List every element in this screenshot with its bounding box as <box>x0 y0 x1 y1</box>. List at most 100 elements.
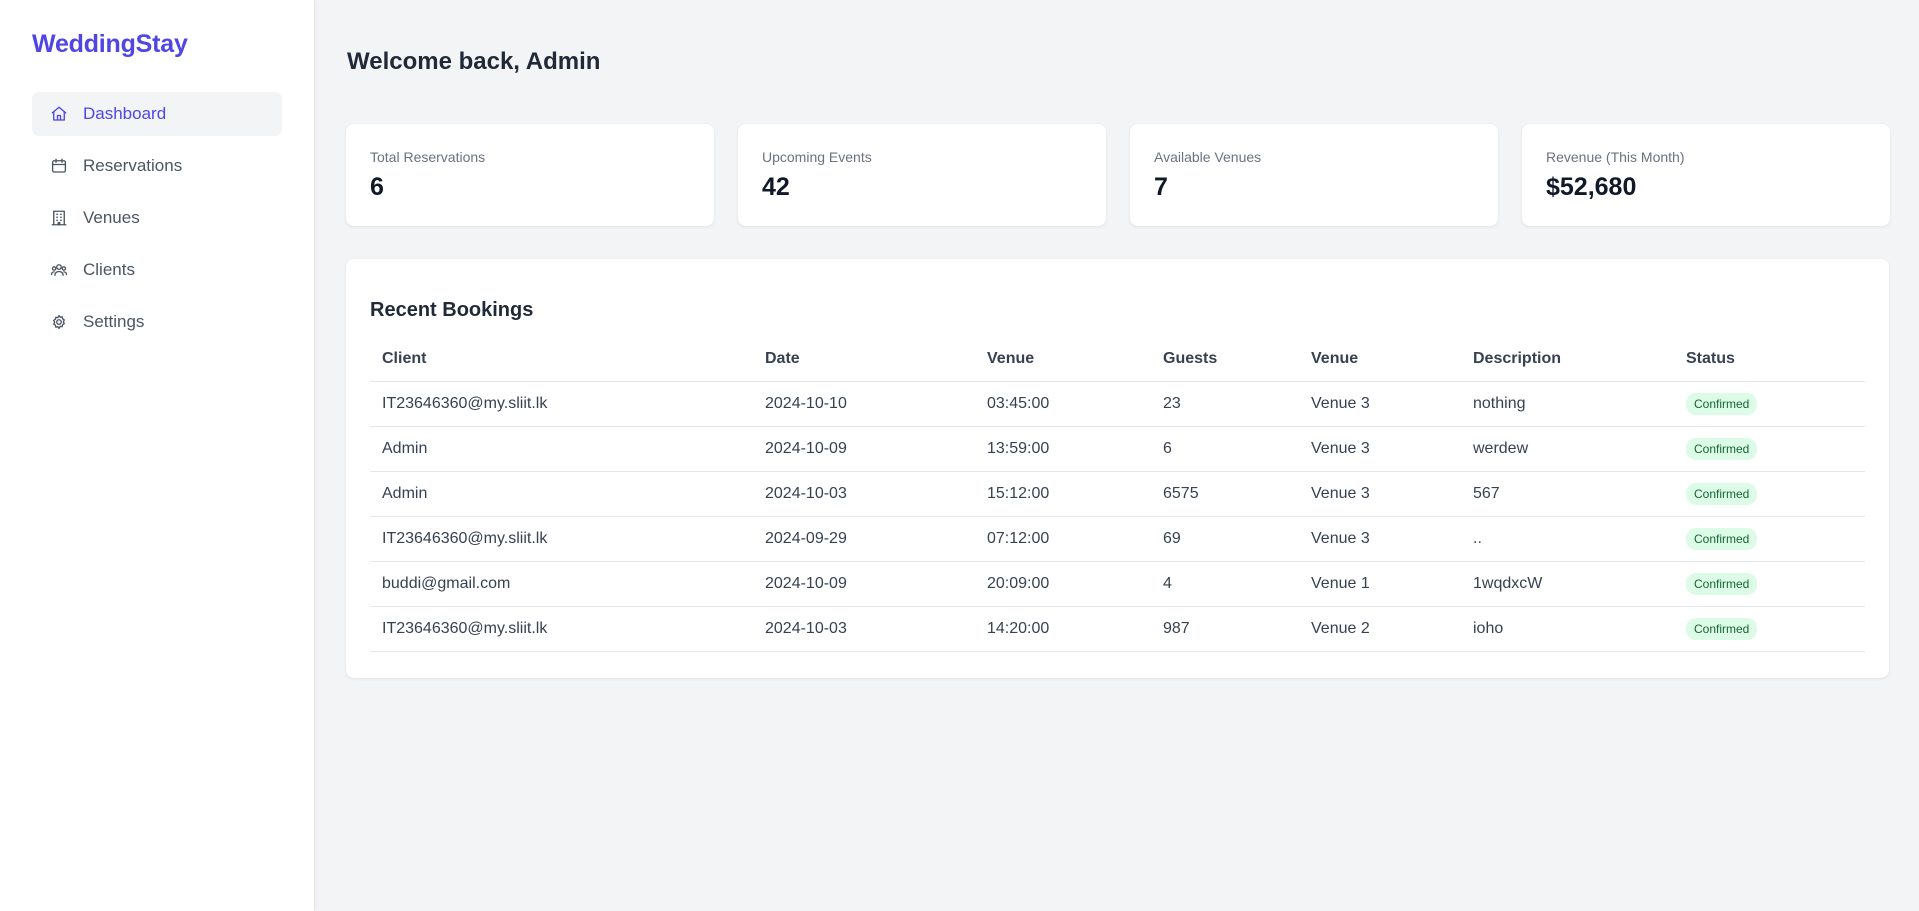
status-badge: Confirmed <box>1686 618 1758 640</box>
sidebar-item-dashboard[interactable]: Dashboard <box>32 92 282 136</box>
stat-value: 6 <box>370 173 384 201</box>
cell-date: 2024-09-29 <box>753 516 975 562</box>
page-title: Welcome back, Admin <box>347 48 601 75</box>
table-body: IT23646360@my.sliit.lk 2024-10-10 03:45:… <box>370 381 1865 652</box>
cell-client: IT23646360@my.sliit.lk <box>370 606 753 652</box>
cell-client: Admin <box>370 426 753 472</box>
cell-venue: Venue 2 <box>1299 606 1461 652</box>
sidebar-item-reservations[interactable]: Reservations <box>32 144 282 188</box>
cell-venue: Venue 3 <box>1299 516 1461 562</box>
table-header: Client Date Venue Guests Venue Descripti… <box>370 336 1865 382</box>
cell-guests: 23 <box>1151 381 1299 427</box>
sidebar-item-label: Clients <box>83 260 135 279</box>
cell-status: Confirmed <box>1674 516 1865 562</box>
table-row[interactable]: IT23646360@my.sliit.lk 2024-10-10 03:45:… <box>370 381 1865 427</box>
cell-date: 2024-10-09 <box>753 426 975 472</box>
building-icon <box>49 208 69 228</box>
cell-guests: 987 <box>1151 606 1299 652</box>
table-row[interactable]: IT23646360@my.sliit.lk 2024-10-03 14:20:… <box>370 606 1865 652</box>
column-header-status[interactable]: Status <box>1674 336 1865 382</box>
cell-guests: 4 <box>1151 561 1299 607</box>
column-header-client[interactable]: Client <box>370 336 753 382</box>
users-icon <box>49 260 69 280</box>
table-row[interactable]: Admin 2024-10-09 13:59:00 6 Venue 3 werd… <box>370 426 1865 472</box>
cell-status: Confirmed <box>1674 381 1865 427</box>
status-badge: Confirmed <box>1686 573 1758 595</box>
stat-card-upcoming-events: Upcoming Events 42 <box>738 124 1106 226</box>
cell-status: Confirmed <box>1674 561 1865 607</box>
cell-guests: 6575 <box>1151 471 1299 517</box>
sidebar-nav: Dashboard Reservations Venues Clients Se… <box>32 92 282 352</box>
stats-row: Total Reservations 6 Upcoming Events 42 … <box>346 124 1890 226</box>
sidebar-item-settings[interactable]: Settings <box>32 300 282 344</box>
sidebar-item-clients[interactable]: Clients <box>32 248 282 292</box>
brand-logo[interactable]: WeddingStay <box>32 30 188 59</box>
sidebar-item-label: Reservations <box>83 156 183 175</box>
sidebar-item-label: Venues <box>83 208 140 227</box>
section-title: Recent Bookings <box>370 299 534 321</box>
cell-status: Confirmed <box>1674 606 1865 652</box>
cell-time: 07:12:00 <box>975 516 1151 562</box>
cell-client: Admin <box>370 471 753 517</box>
cell-venue: Venue 3 <box>1299 471 1461 517</box>
stat-label: Upcoming Events <box>762 149 872 165</box>
bookings-table: Client Date Venue Guests Venue Descripti… <box>370 336 1865 652</box>
stat-card-available-venues: Available Venues 7 <box>1130 124 1498 226</box>
stat-label: Available Venues <box>1154 149 1262 165</box>
status-badge: Confirmed <box>1686 483 1758 505</box>
cell-description: .. <box>1461 516 1674 562</box>
status-badge: Confirmed <box>1686 393 1758 415</box>
stat-card-revenue: Revenue (This Month) $52,680 <box>1522 124 1890 226</box>
cell-date: 2024-10-10 <box>753 381 975 427</box>
cell-client: IT23646360@my.sliit.lk <box>370 516 753 562</box>
stat-card-total-reservations: Total Reservations 6 <box>346 124 714 226</box>
main-content: Welcome back, Admin Total Reservations 6… <box>315 0 1919 911</box>
table-row[interactable]: IT23646360@my.sliit.lk 2024-09-29 07:12:… <box>370 516 1865 562</box>
cell-status: Confirmed <box>1674 426 1865 472</box>
cell-description: 1wqdxcW <box>1461 561 1674 607</box>
column-header-venue[interactable]: Venue <box>975 336 1151 382</box>
cell-time: 14:20:00 <box>975 606 1151 652</box>
cell-date: 2024-10-03 <box>753 606 975 652</box>
cell-description: nothing <box>1461 381 1674 427</box>
cell-date: 2024-10-09 <box>753 561 975 607</box>
sidebar-item-label: Dashboard <box>83 104 167 123</box>
home-icon <box>49 104 69 124</box>
gear-icon <box>49 312 69 332</box>
cell-client: buddi@gmail.com <box>370 561 753 607</box>
column-header-guests[interactable]: Guests <box>1151 336 1299 382</box>
cell-date: 2024-10-03 <box>753 471 975 517</box>
recent-bookings-card: Recent Bookings Client Date Venue Guests… <box>346 259 1889 678</box>
column-header-description[interactable]: Description <box>1461 336 1674 382</box>
cell-time: 15:12:00 <box>975 471 1151 517</box>
column-header-venue-name[interactable]: Venue <box>1299 336 1461 382</box>
cell-time: 20:09:00 <box>975 561 1151 607</box>
cell-venue: Venue 3 <box>1299 381 1461 427</box>
cell-time: 13:59:00 <box>975 426 1151 472</box>
cell-description: ioho <box>1461 606 1674 652</box>
cell-guests: 6 <box>1151 426 1299 472</box>
stat-value: 7 <box>1154 173 1168 201</box>
status-badge: Confirmed <box>1686 438 1758 460</box>
stat-value: 42 <box>762 173 790 201</box>
cell-client: IT23646360@my.sliit.lk <box>370 381 753 427</box>
cell-description: werdew <box>1461 426 1674 472</box>
column-header-date[interactable]: Date <box>753 336 975 382</box>
cell-venue: Venue 3 <box>1299 426 1461 472</box>
cell-time: 03:45:00 <box>975 381 1151 427</box>
stat-label: Total Reservations <box>370 149 486 165</box>
status-badge: Confirmed <box>1686 528 1758 550</box>
cell-guests: 69 <box>1151 516 1299 562</box>
table-row[interactable]: Admin 2024-10-03 15:12:00 6575 Venue 3 5… <box>370 471 1865 517</box>
sidebar-item-label: Settings <box>83 312 145 331</box>
stat-value: $52,680 <box>1546 173 1637 201</box>
cell-description: 567 <box>1461 471 1674 517</box>
stat-label: Revenue (This Month) <box>1546 149 1685 165</box>
cell-status: Confirmed <box>1674 471 1865 517</box>
table-row[interactable]: buddi@gmail.com 2024-10-09 20:09:00 4 Ve… <box>370 561 1865 607</box>
cell-venue: Venue 1 <box>1299 561 1461 607</box>
bookings-table-wrapper: Client Date Venue Guests Venue Descripti… <box>370 336 1865 652</box>
sidebar-item-venues[interactable]: Venues <box>32 196 282 240</box>
calendar-icon <box>49 156 69 176</box>
sidebar: WeddingStay Dashboard Reservations Venue… <box>0 0 315 911</box>
